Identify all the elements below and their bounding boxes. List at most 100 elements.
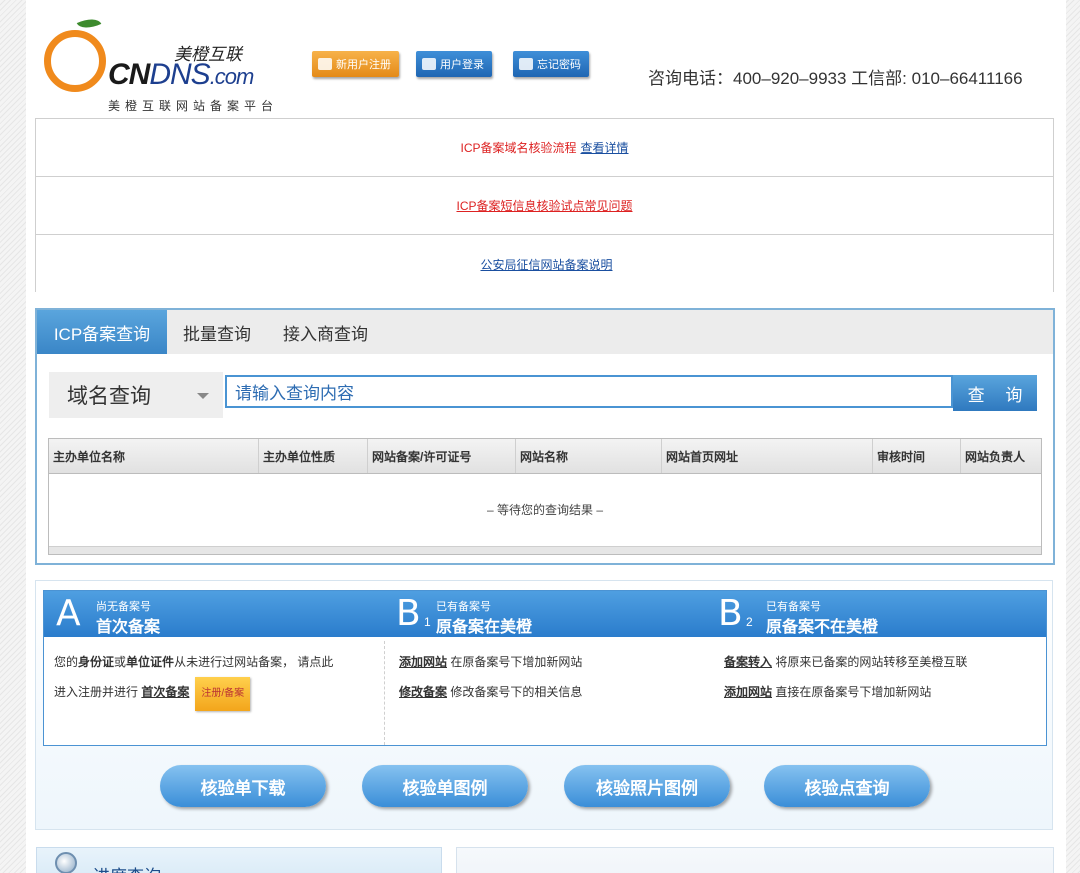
modify-filing-link[interactable]: 修改备案 [399, 685, 447, 699]
column-header: 网站备案/许可证号 [368, 439, 516, 473]
b2-line1: 备案转入 将原来已备案的网站转移至美橙互联 [724, 647, 1039, 677]
verification-point-query-button[interactable]: 核验点查询 [764, 765, 930, 807]
search-row: 域名查询 请输入查询内容 查 询 [49, 372, 1037, 418]
verification-photo-sample-button[interactable]: 核验照片图例 [564, 765, 730, 807]
column-header: 网站名称 [516, 439, 662, 473]
notice-row: ICP备案域名核验流程 查看详情 [36, 119, 1053, 177]
logo-brand: CNDNS.com [108, 58, 255, 92]
notice-police-link[interactable]: 公安局征信网站备案说明 [480, 256, 612, 273]
header: 美橙互联 CNDNS.com 美橙互联网站备案平台 新用户注册 用户登录 忘记密… [26, 0, 1066, 118]
logo-brand-thin: DNS [149, 58, 210, 91]
table-footer [49, 546, 1041, 554]
filing-options: A 尚无备案号 首次备案 B 1 已有备案号 原备案在美橙 B 2 已有备案号 … [43, 590, 1047, 746]
option-letter: B [396, 593, 421, 634]
option-letter: A [56, 593, 81, 634]
b2-body: 备案转入 将原来已备案的网站转移至美橙互联 添加网站 直接在原备案号下增加新网站 [724, 647, 1039, 707]
notice-row: ICP备案短信息核验试点常见问题 [36, 177, 1053, 235]
logo-brand-bold: CN [108, 58, 150, 91]
verification-form-download-button[interactable]: 核验单下载 [160, 765, 326, 807]
text: 在原备案号下增加新网站 [450, 655, 583, 669]
orange-logo-icon [44, 30, 106, 92]
forgot-label: 忘记密码 [537, 59, 581, 71]
text: 或 [114, 655, 127, 669]
login-card-icon [422, 58, 436, 70]
column-header: 主办单位名称 [49, 439, 259, 473]
text: 直接在原备案号下增加新网站 [775, 685, 932, 699]
b1-line1: 添加网站 在原备案号下增加新网站 [399, 647, 709, 677]
tab-icp-query[interactable]: ICP备案查询 [37, 310, 167, 354]
verification-form-sample-button[interactable]: 核验单图例 [362, 765, 528, 807]
query-type-value: 域名查询 [67, 385, 151, 408]
search-input[interactable]: 请输入查询内容 [225, 375, 953, 408]
icp-query-panel: ICP备案查询 批量查询 接入商查询 域名查询 请输入查询内容 查 询 主办单位… [35, 308, 1055, 565]
register-button[interactable]: 新用户注册 [312, 51, 399, 77]
result-table: 主办单位名称 主办单位性质 网站备案/许可证号 网站名称 网站首页网址 审核时间… [48, 438, 1042, 555]
right-info-panel [456, 847, 1054, 873]
notice-text: ICP备案域名核验流程 [460, 141, 577, 155]
column-header: 主办单位性质 [259, 439, 368, 473]
b1-header: B 1 已有备案号 原备案在美橙 [384, 591, 714, 637]
option-number: 1 [424, 615, 431, 629]
login-label: 用户登录 [440, 59, 484, 71]
forgot-password-button[interactable]: 忘记密码 [513, 51, 589, 77]
option-subtitle: 尚无备案号 [96, 601, 151, 613]
register-label: 新用户注册 [336, 59, 391, 71]
text: 您的 [54, 655, 79, 669]
first-filing-line2: 进入注册并进行 首次备案 注册/备案 [54, 677, 379, 711]
first-filing-header: A 尚无备案号 首次备案 [44, 591, 384, 637]
add-website-link[interactable]: 添加网站 [724, 685, 772, 699]
option-title: 原备案不在美橙 [766, 619, 879, 636]
logo[interactable]: 美橙互联 CNDNS.com 美橙互联网站备案平台 [36, 13, 316, 118]
option-subtitle: 已有备案号 [766, 601, 821, 613]
column-header: 审核时间 [873, 439, 961, 473]
transfer-filing-link[interactable]: 备案转入 [724, 655, 772, 669]
add-website-link[interactable]: 添加网站 [399, 655, 447, 669]
option-number: 2 [746, 615, 753, 629]
logo-brand-suffix: .com [209, 64, 255, 89]
divider [384, 641, 385, 745]
b1-body: 添加网站 在原备案号下增加新网站 修改备案 修改备案号下的相关信息 [399, 647, 709, 707]
option-title: 首次备案 [96, 619, 161, 636]
option-title: 原备案在美橙 [436, 619, 533, 636]
text: 修改备案号下的相关信息 [450, 685, 583, 699]
b2-header: B 2 已有备案号 原备案不在美橙 [714, 591, 1046, 637]
progress-query-title: 进度查询 [93, 862, 161, 873]
column-header: 网站负责人 [965, 449, 1026, 464]
first-filing-link[interactable]: 首次备案 [141, 685, 189, 699]
tab-provider-query[interactable]: 接入商查询 [267, 310, 384, 354]
query-tabs: ICP备案查询 批量查询 接入商查询 [37, 310, 1053, 354]
lock-icon [519, 58, 533, 70]
text: 将原来已备案的网站转移至美橙互联 [775, 655, 968, 669]
first-filing-line1: 您的身份证或单位证件从未进行过网站备案， 请点此 [54, 647, 379, 677]
notice-sms-faq-link[interactable]: ICP备案短信息核验试点常见问题 [456, 197, 632, 214]
users-icon [318, 58, 332, 70]
logo-subtitle: 美橙互联网站备案平台 [108, 99, 279, 113]
search-placeholder: 请输入查询内容 [235, 384, 354, 403]
tab-batch-query[interactable]: 批量查询 [167, 310, 267, 354]
page: 美橙互联 CNDNS.com 美橙互联网站备案平台 新用户注册 用户登录 忘记密… [26, 0, 1066, 873]
chevron-down-icon [197, 393, 209, 399]
notice-list: ICP备案域名核验流程 查看详情 ICP备案短信息核验试点常见问题 公安局征信网… [35, 118, 1054, 292]
search-button[interactable]: 查 询 [953, 375, 1037, 411]
magnifier-icon [55, 852, 77, 873]
id-card-text: 身份证 [78, 655, 115, 669]
text: 从未进行过网站备案， 请点此 [174, 655, 334, 669]
login-button[interactable]: 用户登录 [416, 51, 492, 77]
progress-query-panel: 进度查询 [36, 847, 442, 873]
first-filing-body: 您的身份证或单位证件从未进行过网站备案， 请点此 进入注册并进行 首次备案 注册/… [54, 647, 379, 711]
option-letter: B [718, 593, 743, 634]
b2-line2: 添加网站 直接在原备案号下增加新网站 [724, 677, 1039, 707]
empty-result-text: – 等待您的查询结果 – [486, 502, 604, 517]
org-cert-text: 单位证件 [126, 655, 175, 669]
b1-line2: 修改备案 修改备案号下的相关信息 [399, 677, 709, 707]
query-type-select[interactable]: 域名查询 [49, 372, 223, 418]
notice-row: 公安局征信网站备案说明 [36, 235, 1053, 293]
text: 进入注册并进行 [54, 685, 139, 699]
column-header: 网站首页网址 [662, 439, 873, 473]
table-header: 主办单位名称 主办单位性质 网站备案/许可证号 网站名称 网站首页网址 审核时间… [49, 439, 1041, 474]
notice-detail-link[interactable]: 查看详情 [581, 139, 629, 156]
register-filing-button[interactable]: 注册/备案 [195, 677, 251, 711]
option-subtitle: 已有备案号 [436, 601, 491, 613]
hotline-text: 咨询电话：400–920–9933 工信部: 010–66411166 [648, 69, 1023, 88]
filing-section: A 尚无备案号 首次备案 B 1 已有备案号 原备案在美橙 B 2 已有备案号 … [35, 580, 1053, 830]
